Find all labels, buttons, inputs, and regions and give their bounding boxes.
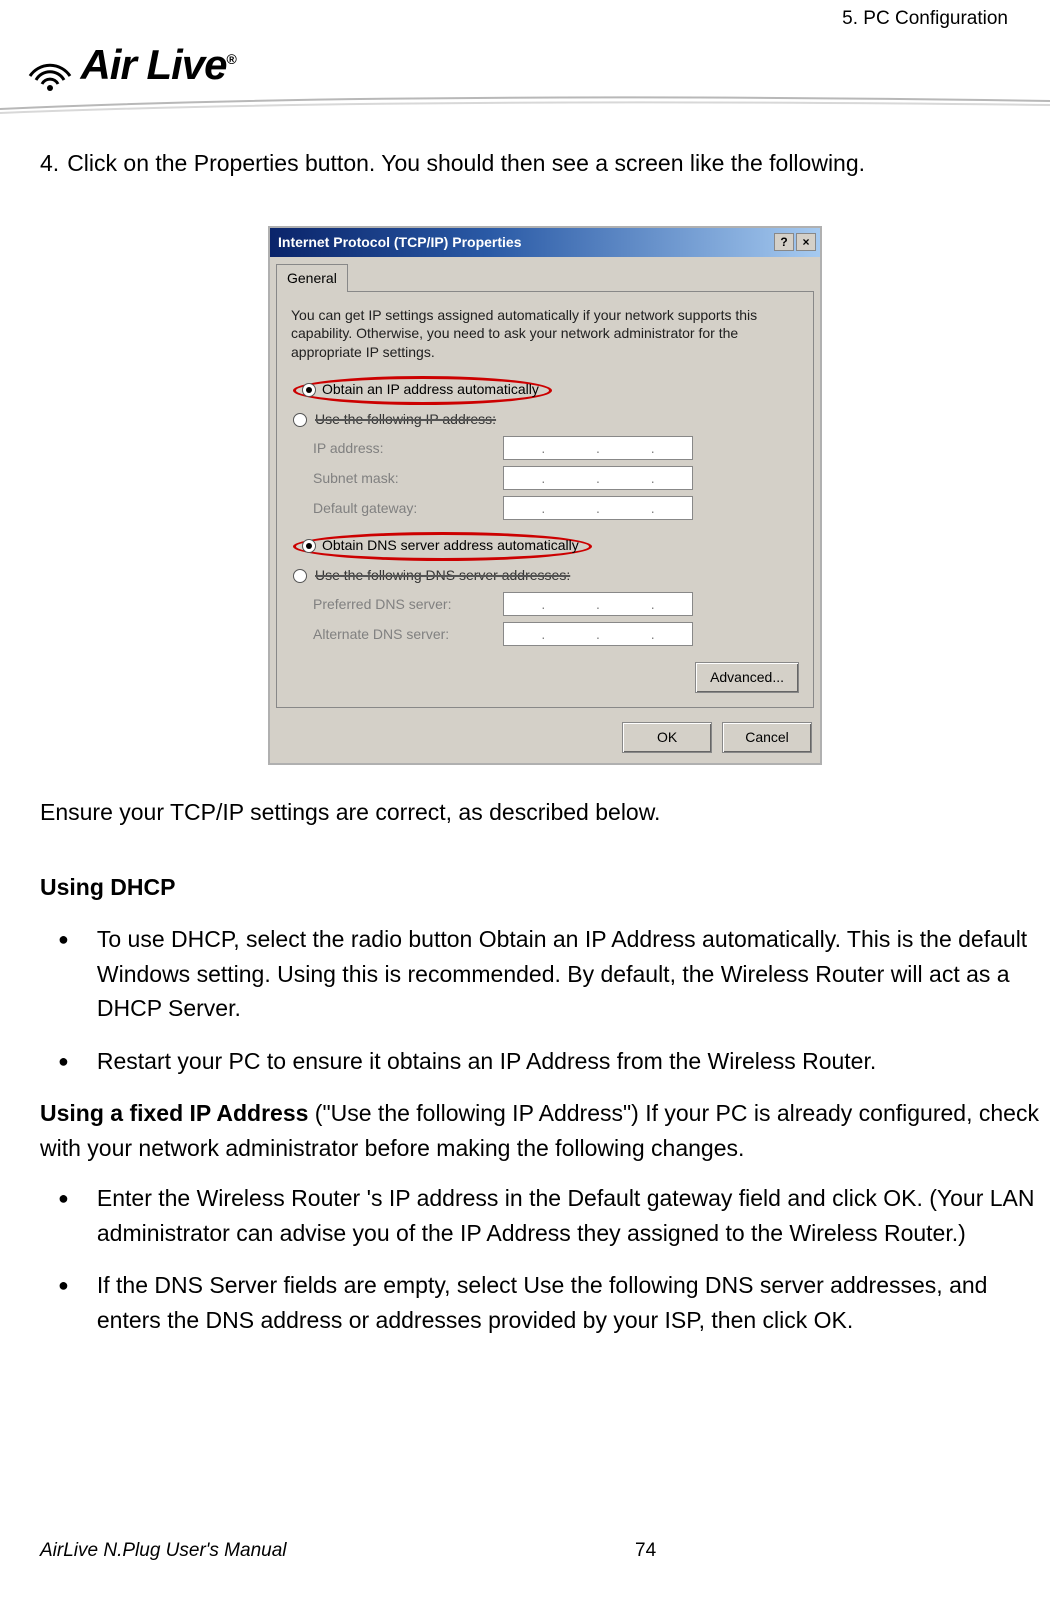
bullet-text: Restart your PC to ensure it obtains an … xyxy=(97,1044,1050,1079)
cancel-button[interactable]: Cancel xyxy=(722,722,812,753)
radio-obtain-dns-row: Obtain DNS server address automatically xyxy=(293,532,799,561)
ip-fields: IP address:... Subnet mask:... Default g… xyxy=(313,436,799,520)
fixed-ip-bullets: ● Enter the Wireless Router 's IP addres… xyxy=(58,1181,1050,1337)
alternate-dns-input[interactable]: ... xyxy=(503,622,693,646)
bullet-text: Enter the Wireless Router 's IP address … xyxy=(97,1181,1050,1250)
advanced-button[interactable]: Advanced... xyxy=(695,662,799,693)
close-button[interactable]: × xyxy=(796,233,816,251)
bullet-icon: ● xyxy=(58,922,69,1026)
tab-row: General xyxy=(270,257,820,291)
step-text: Click on the Properties button. You shou… xyxy=(67,146,865,181)
dns-fields: Preferred DNS server:... Alternate DNS s… xyxy=(313,592,799,646)
wifi-icon xyxy=(20,40,70,90)
subnet-mask-input[interactable]: ... xyxy=(503,466,693,490)
chapter-header: 5. PC Configuration xyxy=(842,8,1008,30)
radio-use-dns[interactable] xyxy=(293,569,307,583)
step-number: 4. xyxy=(40,146,59,181)
help-button[interactable]: ? xyxy=(774,233,794,251)
divider-swoosh xyxy=(0,95,1050,115)
preferred-dns-input[interactable]: ... xyxy=(503,592,693,616)
ensure-paragraph: Ensure your TCP/IP settings are correct,… xyxy=(40,795,1050,830)
radio-obtain-dns-label: Obtain DNS server address automatically xyxy=(322,535,579,556)
dhcp-bullets: ● To use DHCP, select the radio button O… xyxy=(58,922,1050,1078)
list-item: ● To use DHCP, select the radio button O… xyxy=(58,922,1050,1026)
registered-icon: ® xyxy=(227,51,236,67)
radio-use-ip-label: Use the following IP address: xyxy=(315,409,496,430)
step-4: 4. Click on the Properties button. You s… xyxy=(40,146,1050,181)
radio-obtain-ip[interactable] xyxy=(302,383,316,397)
default-gateway-label: Default gateway: xyxy=(313,498,503,519)
page-content: 4. Click on the Properties button. You s… xyxy=(40,146,1050,1355)
tab-panel-general: You can get IP settings assigned automat… xyxy=(276,291,814,709)
list-item: ● Restart your PC to ensure it obtains a… xyxy=(58,1044,1050,1079)
screenshot-dialog: Internet Protocol (TCP/IP) Properties ? … xyxy=(268,226,822,766)
radio-use-dns-row: Use the following DNS server addresses: xyxy=(293,565,799,586)
radio-obtain-dns[interactable] xyxy=(302,539,316,553)
tab-general[interactable]: General xyxy=(276,264,348,292)
list-item: ● Enter the Wireless Router 's IP addres… xyxy=(58,1181,1050,1250)
dialog-description: You can get IP settings assigned automat… xyxy=(291,306,799,363)
tcpip-properties-dialog: Internet Protocol (TCP/IP) Properties ? … xyxy=(268,226,822,766)
section-using-dhcp: Using DHCP xyxy=(40,870,1050,905)
highlight-ellipse-ip: Obtain an IP address automatically xyxy=(293,376,552,405)
page-number: 74 xyxy=(635,1540,656,1562)
radio-use-ip[interactable] xyxy=(293,413,307,427)
manual-title: AirLive N.Plug User's Manual xyxy=(40,1540,287,1562)
page-footer: AirLive N.Plug User's Manual 74 . xyxy=(40,1540,1010,1562)
bullet-text: To use DHCP, select the radio button Obt… xyxy=(97,922,1050,1026)
brand-logo: Air Live® xyxy=(20,40,236,90)
section-using-fixed-ip: Using a fixed IP Address ("Use the follo… xyxy=(40,1096,1050,1165)
radio-obtain-ip-row: Obtain an IP address automatically xyxy=(293,376,799,405)
bullet-text: If the DNS Server fields are empty, sele… xyxy=(97,1268,1050,1337)
radio-use-dns-label: Use the following DNS server addresses: xyxy=(315,565,570,586)
bullet-icon: ● xyxy=(58,1181,69,1250)
default-gateway-input[interactable]: ... xyxy=(503,496,693,520)
list-item: ● If the DNS Server fields are empty, se… xyxy=(58,1268,1050,1337)
brand-name: Air Live® xyxy=(80,41,235,89)
dialog-titlebar: Internet Protocol (TCP/IP) Properties ? … xyxy=(270,228,820,257)
fixed-ip-heading: Using a fixed IP Address xyxy=(40,1100,308,1126)
subnet-mask-label: Subnet mask: xyxy=(313,468,503,489)
dialog-buttons: OK Cancel xyxy=(270,714,820,763)
radio-use-ip-row: Use the following IP address: xyxy=(293,409,799,430)
bullet-icon: ● xyxy=(58,1044,69,1079)
alternate-dns-label: Alternate DNS server: xyxy=(313,624,503,645)
bullet-icon: ● xyxy=(58,1268,69,1337)
ip-address-input[interactable]: ... xyxy=(503,436,693,460)
radio-obtain-ip-label: Obtain an IP address automatically xyxy=(322,379,539,400)
ok-button[interactable]: OK xyxy=(622,722,712,753)
dialog-title: Internet Protocol (TCP/IP) Properties xyxy=(274,232,521,253)
ip-address-label: IP address: xyxy=(313,438,503,459)
highlight-ellipse-dns: Obtain DNS server address automatically xyxy=(293,532,592,561)
preferred-dns-label: Preferred DNS server: xyxy=(313,594,503,615)
